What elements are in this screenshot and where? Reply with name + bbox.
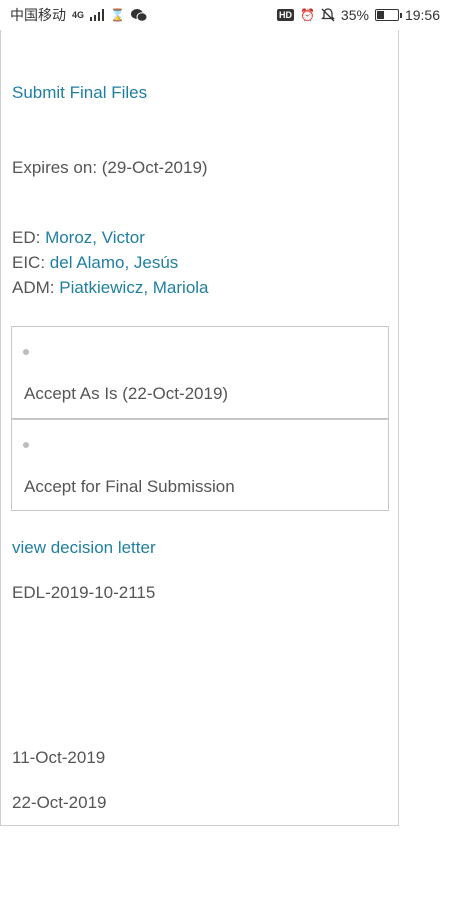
decision-option-accept-as-is[interactable]: Accept As Is (22-Oct-2019) <box>11 326 389 419</box>
status-bar-right: HD ⏰ 35% 19:56 <box>276 7 440 23</box>
signal-icon <box>90 9 105 21</box>
battery-icon <box>374 9 402 21</box>
decision-label: Accept for Final Submission <box>24 477 235 496</box>
bullet-icon <box>23 442 29 448</box>
role-adm: ADM: Piatkiewicz, Mariola <box>12 278 209 298</box>
bullet-icon <box>23 349 29 355</box>
admin-link[interactable]: Piatkiewicz, Mariola <box>59 278 208 297</box>
role-eic: EIC: del Alamo, Jesús <box>12 253 178 273</box>
date-2: 22-Oct-2019 <box>12 793 107 812</box>
alarm-icon: ⏰ <box>299 8 315 22</box>
hd-icon: HD <box>276 9 294 21</box>
clock-time: 19:56 <box>404 7 440 23</box>
wechat-icon <box>130 8 147 22</box>
date-1: 11-Oct-2019 <box>12 748 106 767</box>
decision-letter-code: EDL-2019-10-2115 <box>12 583 156 602</box>
status-bar-left: 中国移动 4G ⌛ <box>10 5 147 25</box>
editor-link[interactable]: Moroz, Victor <box>45 228 145 247</box>
status-bar: 中国移动 4G ⌛ HD ⏰ 35% 19:56 <box>0 0 450 30</box>
decision-panel: Submit Final Files Expires on: (29-Oct-2… <box>0 30 399 826</box>
role-label-ed: ED: <box>12 228 46 247</box>
expires-on-text: Expires on: (29-Oct-2019) <box>12 158 208 177</box>
hourglass-icon: ⌛ <box>110 8 125 22</box>
battery-percent: 35% <box>340 7 369 23</box>
submit-final-files-link[interactable]: Submit Final Files <box>12 83 147 103</box>
carrier-name: 中国移动 <box>10 7 66 23</box>
decision-label: Accept As Is (22-Oct-2019) <box>24 384 229 403</box>
network-type-icon: 4G <box>72 10 85 20</box>
editor-in-chief-link[interactable]: del Alamo, Jesús <box>50 253 179 272</box>
role-label-eic: EIC: <box>12 253 50 272</box>
decision-option-accept-final-submission[interactable]: Accept for Final Submission <box>11 419 389 511</box>
role-ed: ED: Moroz, Victor <box>12 228 145 248</box>
view-decision-letter-link[interactable]: view decision letter <box>12 538 156 558</box>
role-label-adm: ADM: <box>12 278 60 297</box>
mute-bell-icon <box>320 8 335 22</box>
